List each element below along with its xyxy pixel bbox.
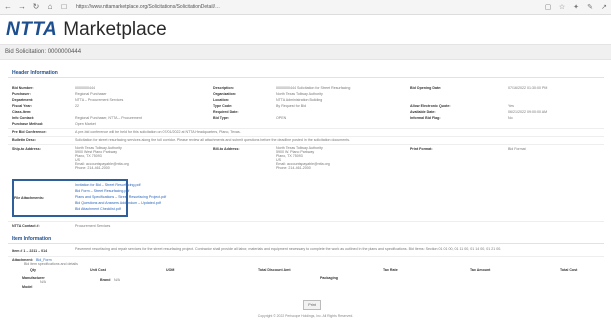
available-date-label: Available Date:: [410, 110, 436, 114]
home-icon[interactable]: ⌂: [44, 1, 56, 13]
ship-to-label: Ship-to Address:: [12, 147, 41, 151]
divider: [8, 221, 604, 222]
forward-icon[interactable]: →: [16, 1, 28, 13]
item-number: Item # 1 – 2211 – 014: [12, 249, 48, 253]
attachment-link[interactable]: Invitation for Bid – Street Resurfacing.…: [75, 183, 141, 187]
header-info-title: Header Information: [12, 70, 58, 76]
bid-number-value: 0000000444: [75, 86, 95, 90]
item-description: Pavement resurfacing and repair services…: [75, 247, 502, 251]
allow-electronic-quote-label: Allow Electronic Quote:: [410, 104, 451, 108]
bid-opening-date-value: 07/16/2022 01:30:00 PM: [508, 86, 548, 90]
ntta-logo[interactable]: NTTA: [6, 19, 57, 41]
col-uom: UOM: [166, 268, 175, 272]
organization-value: North Texas Tollway Authority: [276, 92, 323, 96]
bid-opening-date-label: Bid Opening Date:: [410, 86, 442, 90]
ship-to-line: Phone: 214-461-2000: [75, 166, 110, 170]
packaging-label: Packaging: [320, 276, 338, 280]
attachment-link[interactable]: Plans and Specifications – Street Resurf…: [75, 195, 166, 199]
brand-value: N/A: [114, 278, 120, 282]
col-total-discount: Total Discount Amt: [258, 268, 291, 272]
favorites-bar-icon[interactable]: ✦: [569, 3, 583, 11]
divider: [8, 136, 604, 137]
divider: [8, 256, 604, 257]
fiscal-year-value: 22: [75, 104, 79, 108]
address-bar[interactable]: https://www.nttamarketplace.org/Solicita…: [76, 4, 541, 10]
header-info-rule: [8, 77, 604, 78]
purchaser-value: Regional Purchaser: [75, 92, 107, 96]
divider: [8, 128, 604, 129]
col-tax-rate: Tax Rate: [383, 268, 398, 272]
attachment-link[interactable]: Bid Questions and Answers Addendum – Upd…: [75, 201, 161, 205]
reload-icon[interactable]: ↻: [30, 1, 42, 13]
reading-view-icon[interactable]: ▢: [541, 3, 555, 11]
class-item-label: Class-Item:: [12, 110, 32, 114]
item-detail-note: Bid item specifications and details: [24, 262, 78, 266]
purchaser-label: Purchaser:: [12, 92, 31, 96]
brand-label: Brand: [100, 278, 111, 282]
col-total-cost: Total Cost: [560, 268, 578, 272]
purchase-method-value: Open Market: [75, 122, 96, 126]
browser-toolbar: ← → ↻ ⌂ □ https://www.nttamarketplace.or…: [0, 0, 611, 15]
divider: [8, 144, 604, 145]
required-date-label: Required Date:: [213, 110, 239, 114]
bulletin-label: Bulletin Desc:: [12, 138, 36, 142]
site-name: Marketplace: [63, 19, 167, 40]
col-tax-amount: Tax Amount: [470, 268, 491, 272]
item-info-rule: [8, 243, 604, 244]
description-label: Description:: [213, 86, 234, 90]
solicitation-title: Bid Solicitation: 0000000444: [5, 49, 82, 55]
print-button[interactable]: Print: [303, 300, 321, 310]
attachment-link[interactable]: Bid Attachment Checklist.pdf: [75, 207, 121, 211]
item-info-title: Item Information: [12, 236, 52, 242]
description-value: 0000000444 Solicitation for Street Resur…: [276, 86, 351, 90]
attachment-link[interactable]: Bid Form – Street Resurfacing.pdf: [75, 189, 129, 193]
ntta-contact-value: Procurement Services: [75, 224, 111, 228]
type-code-value: By Request for Bid: [276, 104, 306, 108]
pen-icon[interactable]: ✎: [583, 3, 597, 11]
informal-bid-flag-label: Informal Bid Flag:: [410, 116, 441, 120]
pre-bid-text: A pre-bid conference will be held for th…: [75, 130, 241, 134]
col-unit-cost: Unit Cost: [90, 268, 106, 272]
location-label: Location:: [213, 98, 230, 102]
print-format-label: Print Format:: [410, 147, 433, 151]
organization-label: Organization:: [213, 92, 237, 96]
type-code-label: Type Code:: [213, 104, 233, 108]
manufacturer-value: N/A: [40, 280, 46, 284]
location-value: NTTA Administration Building: [276, 98, 323, 102]
department-value: NTTA – Procurement Services: [75, 98, 124, 102]
print-format-value: Bid Format: [508, 147, 526, 151]
site-header: NTTA Marketplace: [6, 17, 167, 43]
bid-number-label: Bid Number:: [12, 86, 34, 90]
solicitation-bar: Bid Solicitation: 0000000444: [0, 44, 611, 60]
back-icon[interactable]: ←: [2, 1, 14, 13]
bid-type-label: Bid Type:: [213, 116, 230, 120]
department-label: Department:: [12, 98, 34, 102]
favorite-star-icon[interactable]: ☆: [555, 3, 569, 11]
bid-type-value: OPEN: [276, 116, 287, 120]
purchase-method-label: Purchase Method:: [12, 122, 44, 126]
model-label: Model: [22, 285, 33, 289]
allow-electronic-quote-value: Yes: [508, 104, 514, 108]
bill-to-label: Bill-to Address:: [213, 147, 240, 151]
informal-bid-flag-value: No: [508, 116, 513, 120]
copyright: Copyright © 2022 Periscope Holdings, Inc…: [257, 314, 354, 318]
pre-bid-label: Pre Bid Conference:: [12, 130, 47, 134]
available-date-value: 06/21/2022 09:00:00 AM: [508, 110, 548, 114]
ntta-contact-label: NTTA Contact #:: [12, 224, 40, 228]
bulletin-text: Solicitation for street resurfacing serv…: [75, 138, 351, 142]
fiscal-year-label: Fiscal Year:: [12, 104, 32, 108]
file-attachments-label: File Attachments:: [14, 196, 45, 200]
share-icon[interactable]: ↗: [597, 3, 611, 11]
col-qty: Qty: [30, 268, 36, 272]
lock-icon: □: [61, 2, 67, 11]
info-contact-label: Info Contact:: [12, 116, 35, 120]
info-contact-value: Regional Purchaser, NTTA – Procurement: [75, 116, 142, 120]
bill-to-line: Phone: 214-461-2000: [276, 166, 311, 170]
